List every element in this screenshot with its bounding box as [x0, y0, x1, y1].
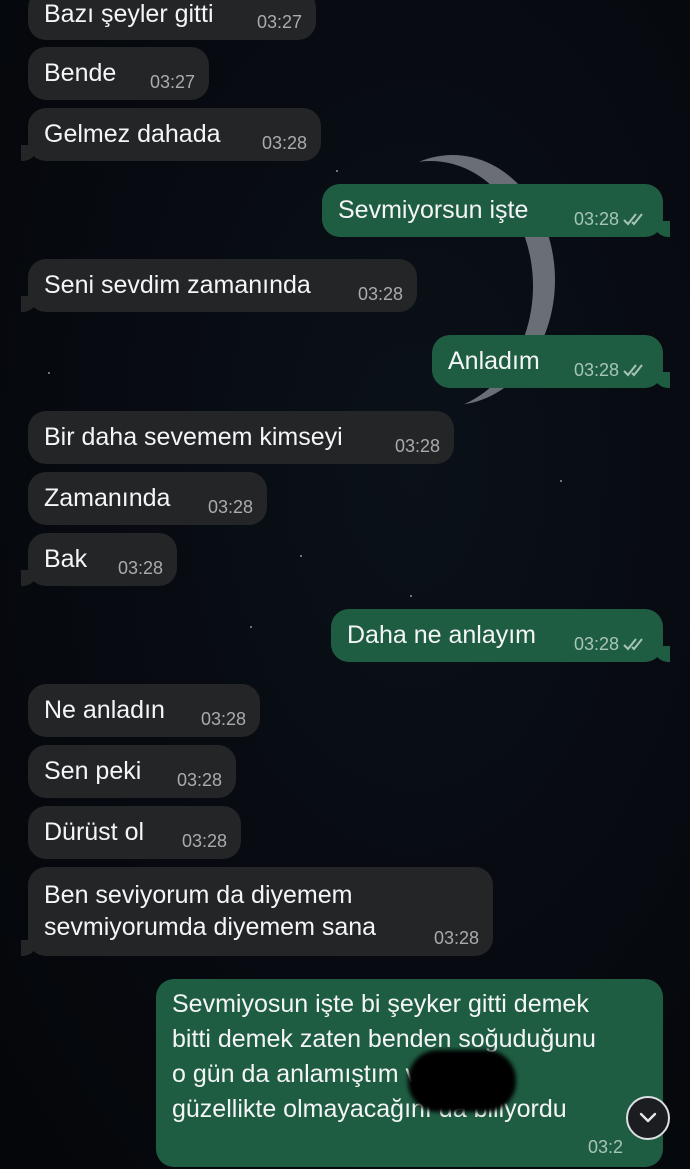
message-incoming[interactable]: Bende 03:27 — [28, 47, 209, 100]
star — [336, 170, 338, 172]
message-text: Dürüst ol — [44, 818, 145, 846]
double-check-icon — [623, 364, 643, 377]
message-text: Sevmiyosun işte bi şeyker gitti demek bi… — [172, 990, 596, 1123]
star — [300, 555, 302, 557]
message-time: 03:28 — [394, 436, 440, 456]
message-outgoing[interactable]: Sevmiyorsun işte 03:28 — [322, 184, 670, 237]
message-time: 03:28 — [207, 497, 253, 517]
message-time: 03:2 — [587, 1137, 623, 1157]
message-time: 03:28 — [261, 133, 307, 153]
chat-screen: Bazı şeyler gitti 03:27 Bende 03:27 Gelm… — [0, 0, 690, 1169]
double-check-icon — [623, 213, 643, 226]
scroll-to-bottom-button[interactable] — [626, 1096, 670, 1140]
message-incoming[interactable]: Gelmez dahada 03:28 — [21, 108, 321, 161]
message-text: Bak — [44, 545, 88, 573]
message-outgoing[interactable]: Anladım 03:28 — [432, 335, 670, 388]
star — [560, 480, 562, 482]
message-text: Bazı şeyler gitti — [44, 0, 214, 28]
message-incoming[interactable]: Bak 03:28 — [21, 533, 177, 586]
message-time: 03:28 — [176, 770, 222, 790]
message-incoming[interactable]: Dürüst ol 03:28 — [28, 806, 241, 859]
message-text: Bende — [44, 59, 117, 87]
message-incoming[interactable]: Sen peki 03:28 — [28, 745, 236, 798]
message-text: Seni sevdim zamanında — [44, 271, 311, 299]
message-incoming[interactable]: Seni sevdim zamanında 03:28 — [21, 259, 417, 312]
star — [250, 626, 252, 628]
message-text: Zamanında — [44, 484, 171, 512]
message-text: Ben seviyorum da diyemem sevmiyorumda di… — [44, 881, 377, 941]
message-time: 03:27 — [149, 72, 195, 92]
message-time: 03:28 — [574, 360, 649, 380]
message-outgoing[interactable]: Daha ne anlayım 03:28 — [331, 609, 670, 662]
chevron-down-icon — [639, 1112, 657, 1123]
message-text: Sen peki — [44, 757, 142, 785]
message-text: Daha ne anlayım — [347, 621, 537, 649]
message-incoming[interactable]: Ben seviyorum da diyemem sevmiyorumda di… — [21, 867, 493, 956]
message-text: Ne anladın — [44, 696, 165, 724]
message-incoming[interactable]: Bazı şeyler gitti 03:27 — [28, 0, 316, 40]
message-time: 03:28 — [200, 709, 246, 729]
message-time: 03:28 — [357, 284, 403, 304]
message-text: Gelmez dahada — [44, 120, 221, 148]
message-time: 03:28 — [181, 831, 227, 851]
message-time: 03:28 — [574, 634, 649, 654]
star — [410, 595, 412, 597]
message-time: 03:28 — [117, 558, 163, 578]
message-incoming[interactable]: Zamanında 03:28 — [28, 472, 267, 525]
star — [48, 372, 50, 374]
message-text: Bir daha sevemem kimseyi — [44, 423, 343, 451]
message-incoming[interactable]: Ne anladın 03:28 — [28, 684, 260, 737]
message-time: 03:27 — [256, 12, 302, 32]
message-incoming[interactable]: Bir daha sevemem kimseyi 03:28 — [28, 411, 454, 464]
message-time: 03:28 — [433, 928, 479, 948]
double-check-icon — [623, 638, 643, 651]
redaction-mark — [408, 1050, 516, 1112]
message-text: Anladım — [448, 347, 540, 375]
message-time: 03:28 — [574, 209, 649, 229]
message-text: Sevmiyorsun işte — [338, 196, 529, 224]
